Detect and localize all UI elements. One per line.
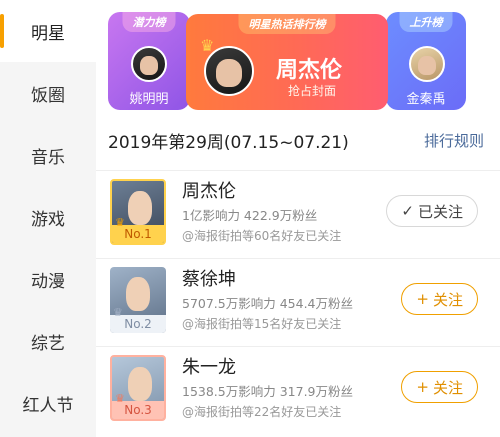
crown-icon: ♛	[115, 216, 125, 229]
button-label: 已关注	[417, 202, 463, 221]
rank-badge: ♛ No.2	[110, 306, 166, 333]
rank-label: No.3	[124, 403, 152, 417]
card-tag: 上升榜	[399, 12, 453, 32]
sidebar-item-label: 明星	[31, 23, 65, 44]
sidebar-item-variety[interactable]: 综艺	[0, 310, 96, 372]
week-header: 2019年第29周(07.15~07.21) 排行规则	[96, 120, 500, 158]
main-content: 潜力榜 姚明明 上升榜 金秦禹 明星热话排行榜 ♛ 周杰伦 抢占封面 2019年…	[96, 0, 500, 437]
ranking-row[interactable]: ♛ No.3 朱一龙 1538.5万影响力 317.9万粉丝 @海报街拍等22名…	[96, 346, 500, 434]
sidebar-item-label: 音乐	[31, 147, 65, 168]
card-subtitle: 抢占封面	[288, 84, 337, 98]
avatar	[409, 46, 445, 82]
star-stats: 5707.5万影响力 454.4万粉丝	[182, 296, 353, 311]
friends-followed: @海报街拍等22名好友已关注	[182, 405, 342, 419]
friends-followed: @海报街拍等15名好友已关注	[182, 317, 342, 331]
friends-followed: @海报街拍等60名好友已关注	[182, 229, 342, 243]
star-photo: ♛ No.1	[110, 179, 166, 245]
followed-button[interactable]: ✓ 已关注	[386, 195, 478, 227]
rank-badge: ♛ No.1	[112, 216, 164, 243]
sidebar-item-label: 红人节	[22, 395, 74, 416]
sidebar-item-label: 综艺	[31, 333, 65, 354]
sidebar-item-games[interactable]: 游戏	[0, 186, 96, 248]
star-stats: 1538.5万影响力 317.9万粉丝	[182, 384, 353, 399]
rising-list-card[interactable]: 上升榜 金秦禹	[386, 12, 466, 110]
ranking-rules-link[interactable]: 排行规则	[424, 130, 484, 151]
avatar	[204, 46, 254, 96]
potential-list-card[interactable]: 潜力榜 姚明明	[108, 12, 190, 110]
sidebar-item-label: 动漫	[31, 271, 65, 292]
card-star-name: 周杰伦	[276, 58, 343, 83]
star-photo: ♛ No.3	[110, 355, 166, 421]
star-stats: 1亿影响力 422.9万粉丝	[182, 208, 318, 223]
follow-button[interactable]: + 关注	[401, 283, 478, 315]
star-photo: ♛ No.2	[110, 267, 166, 333]
card-star-name: 姚明明	[129, 92, 169, 107]
sidebar-item-fandom[interactable]: 饭圈	[0, 62, 96, 124]
sidebar-item-stars[interactable]: 明星	[0, 0, 96, 62]
plus-icon: +	[416, 378, 429, 396]
star-hot-topic-ranking-card[interactable]: 明星热话排行榜 ♛ 周杰伦 抢占封面	[186, 14, 388, 110]
check-icon: ✓	[401, 202, 414, 220]
star-name: 周杰伦	[182, 181, 236, 202]
card-tag: 明星热话排行榜	[238, 14, 336, 34]
sidebar-item-label: 游戏	[31, 209, 65, 230]
sidebar-item-influencer-festival[interactable]: 红人节	[0, 372, 96, 434]
ranking-row[interactable]: ♛ No.1 周杰伦 1亿影响力 422.9万粉丝 @海报街拍等60名好友已关注…	[96, 170, 500, 258]
button-label: 关注	[432, 290, 463, 309]
card-tag: 潜力榜	[122, 12, 176, 32]
star-name: 蔡徐坤	[182, 269, 236, 290]
button-label: 关注	[432, 378, 463, 397]
star-name: 朱一龙	[182, 357, 236, 378]
sidebar-item-anime[interactable]: 动漫	[0, 248, 96, 310]
follow-button[interactable]: + 关注	[401, 371, 478, 403]
week-title: 2019年第29周(07.15~07.21)	[108, 133, 349, 153]
rank-label: No.1	[124, 227, 152, 241]
sidebar-item-label: 饭圈	[31, 85, 65, 106]
card-star-name: 金秦禹	[406, 92, 446, 107]
sidebar-item-music[interactable]: 音乐	[0, 124, 96, 186]
crown-icon: ♛	[113, 306, 123, 319]
avatar	[131, 46, 167, 82]
ranking-row[interactable]: ♛ No.2 蔡徐坤 5707.5万影响力 454.4万粉丝 @海报街拍等15名…	[96, 258, 500, 346]
crown-icon: ♛	[115, 392, 125, 405]
rank-badge: ♛ No.3	[112, 392, 164, 419]
category-sidebar: 明星 饭圈 音乐 游戏 动漫 综艺 红人节	[0, 0, 96, 437]
rank-label: No.2	[124, 317, 152, 331]
plus-icon: +	[416, 290, 429, 308]
